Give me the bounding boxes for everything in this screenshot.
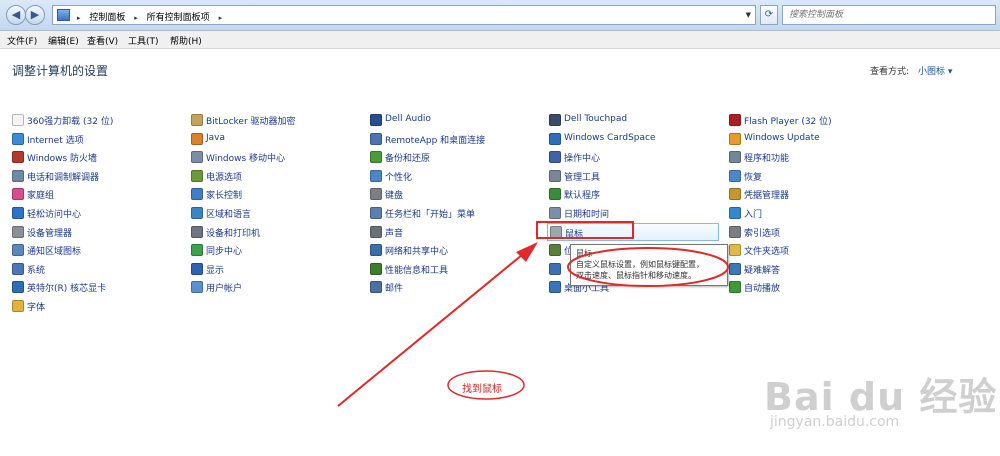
- watermark-url: jingyan.baidu.com: [770, 414, 900, 430]
- tooltip-highlight-ellipse: [567, 247, 729, 287]
- highlight-box: [536, 221, 634, 239]
- arrow-head-icon: [516, 242, 538, 262]
- watermark-brand: Bai du 经验: [764, 375, 998, 419]
- annotation-label: 找到鼠标: [462, 384, 502, 395]
